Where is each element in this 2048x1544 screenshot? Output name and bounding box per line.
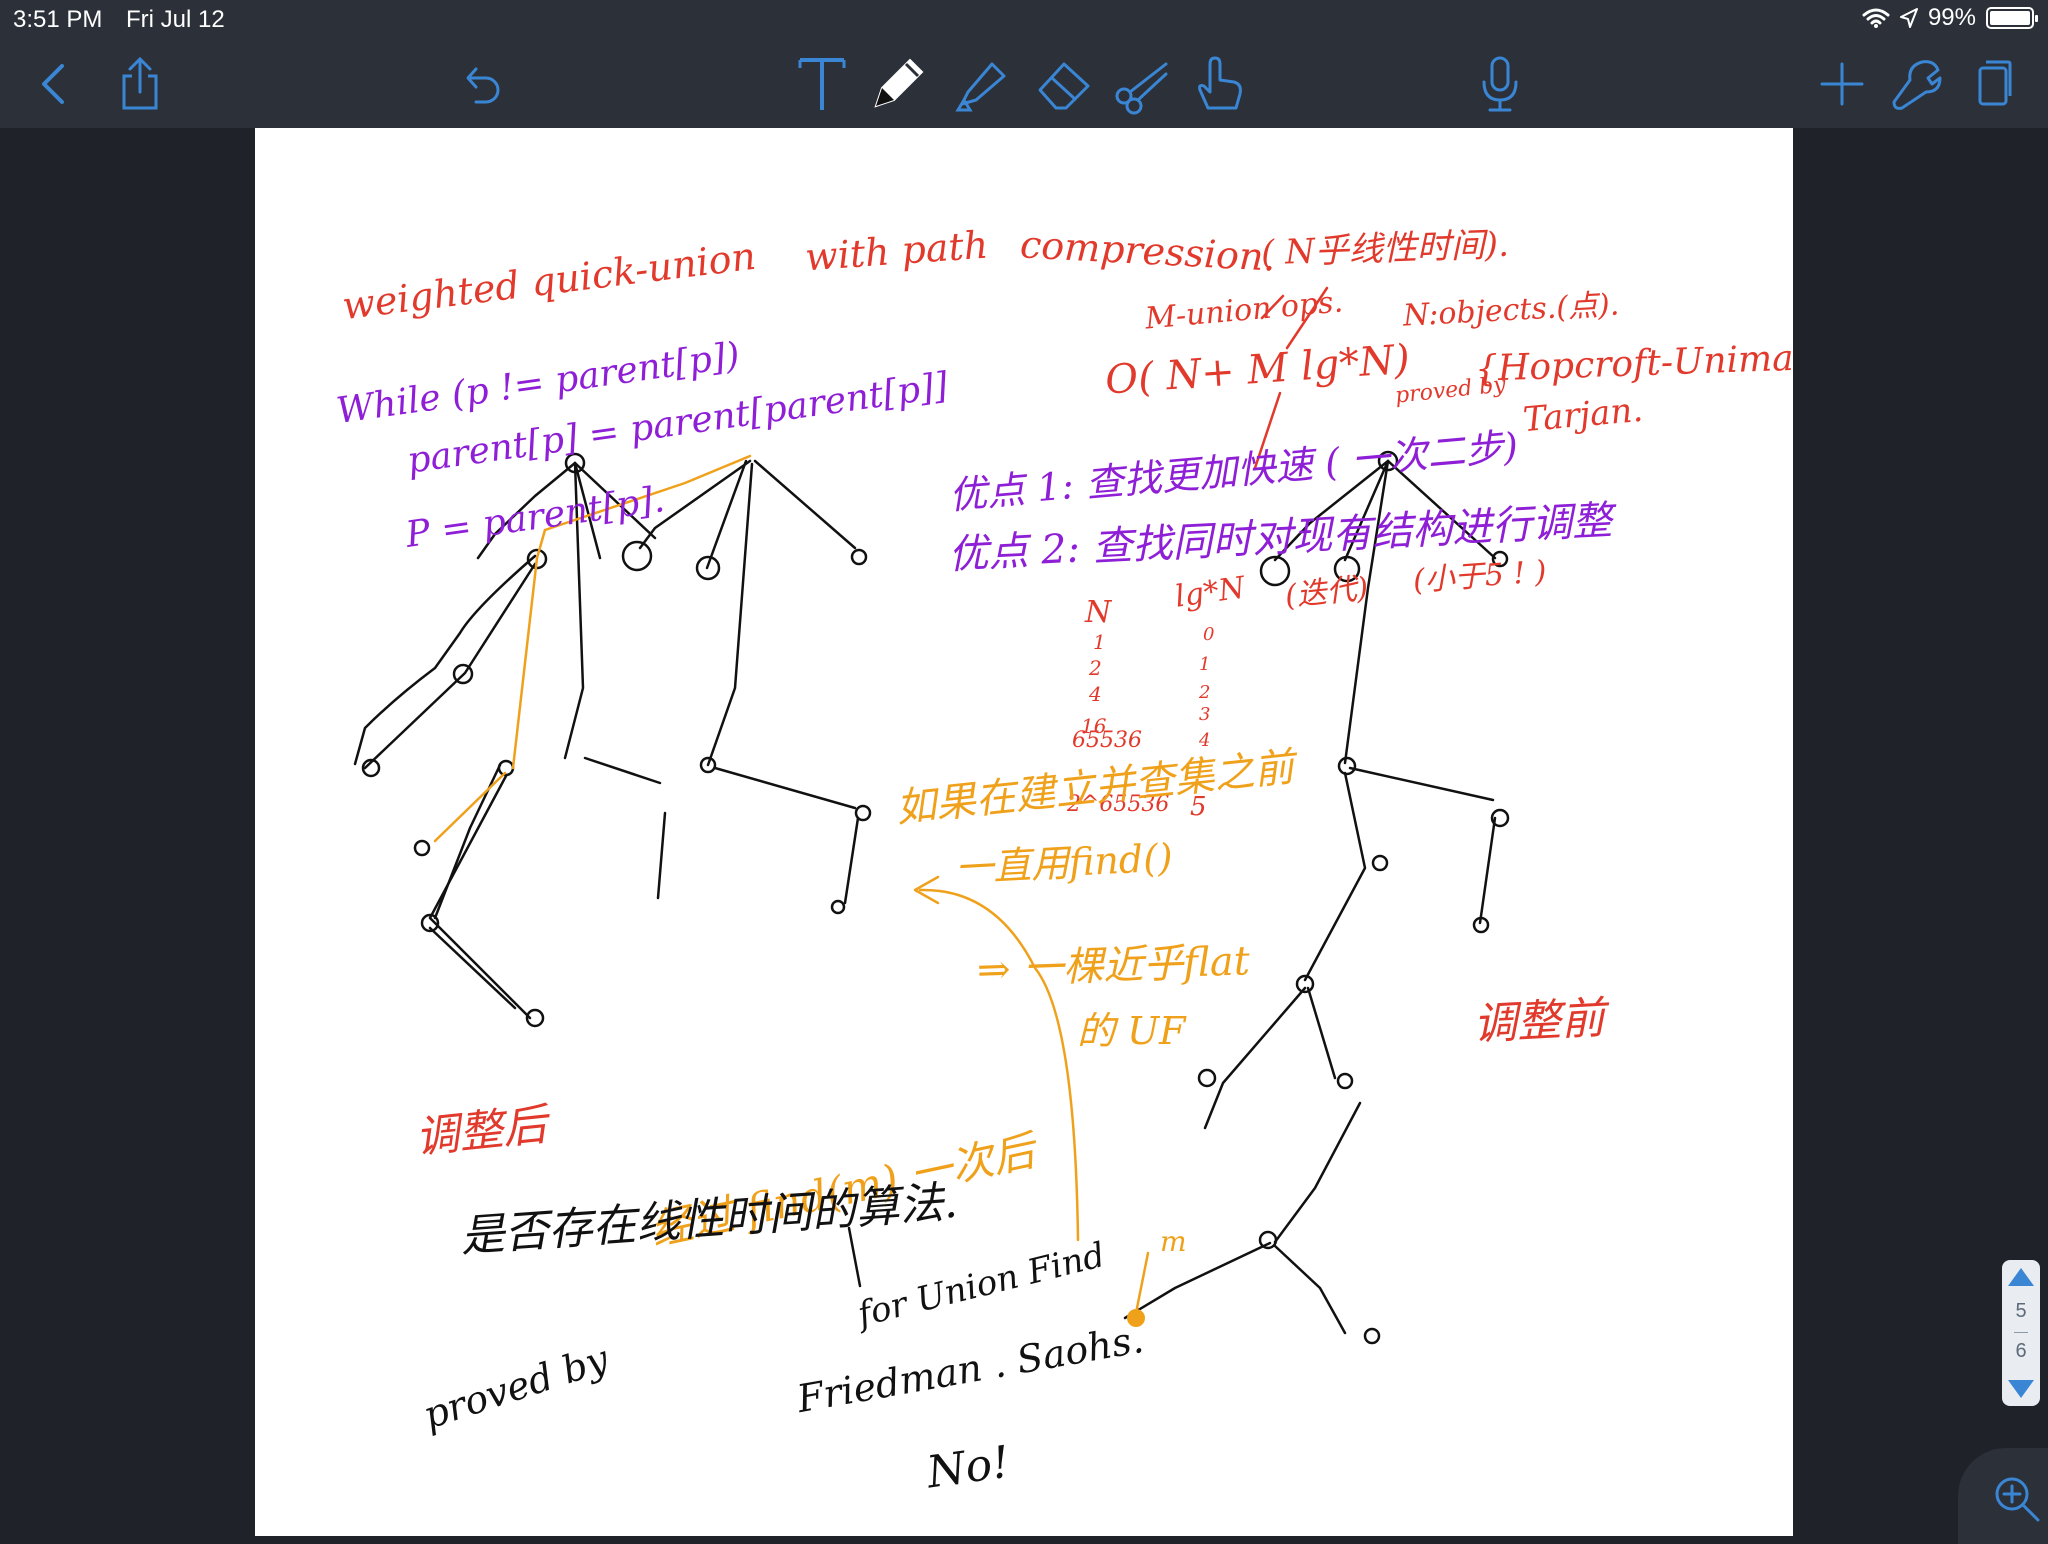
lg-table-lg-2: 1 (1199, 654, 1211, 675)
status-bar: 3:51 PM Fri Jul 12 99% (0, 0, 2048, 40)
status-time: 3:51 PM (13, 6, 103, 33)
lasso-hand-tool-button[interactable] (1184, 48, 1256, 120)
lg-table-lg-3: 2 (1199, 682, 1211, 703)
undo-button[interactable] (446, 48, 518, 120)
settings-button[interactable] (1880, 48, 1952, 120)
status-date: Fri Jul 12 (126, 6, 225, 33)
text-tool-icon (798, 58, 846, 110)
orange-note-always-find: 一直用find() (953, 835, 1174, 891)
orange-note-uf: 的 UF (1077, 1009, 1186, 1053)
page-navigator[interactable]: 5 6 (2002, 1260, 2040, 1406)
lg-table-n-1: 1 (1093, 630, 1106, 654)
plus-icon (1820, 62, 1864, 106)
wrench-icon (1892, 60, 1942, 110)
pen-tool-button[interactable] (862, 48, 934, 120)
scissors-tool-button[interactable] (1106, 48, 1178, 120)
add-button[interactable] (1806, 48, 1878, 120)
note-no: No! (923, 1436, 1013, 1499)
battery-percent: 99% (1927, 4, 1976, 31)
note-tarjan: Tarjan. (1521, 389, 1645, 441)
battery-icon (1986, 7, 2038, 29)
pages-button[interactable] (1956, 48, 2028, 120)
wifi-icon (1862, 8, 1890, 28)
back-button[interactable] (18, 48, 90, 120)
scissors-icon (1115, 62, 1168, 115)
location-arrow-icon (1899, 8, 1918, 28)
lg-table-note: (迭代) (1283, 570, 1370, 615)
page-up-icon[interactable] (2008, 1268, 2034, 1286)
lg-table-n-5: 65536 (1072, 728, 1142, 753)
lg-table-lg-4: 3 (1199, 704, 1211, 725)
orange-note-flat: ⇒ 一棵近乎flat (976, 938, 1251, 994)
handwriting-ink (353, 286, 1510, 1345)
lg-table-lg-1: 0 (1203, 624, 1215, 645)
toolbar (0, 40, 2048, 128)
highlighter-tool-button[interactable] (946, 48, 1018, 120)
note-page[interactable]: weighted quick-union with path compressi… (255, 128, 1793, 1536)
page-separator (2014, 1332, 2028, 1333)
lg-table-n-3: 4 (1089, 682, 1102, 706)
current-page: 5 (2015, 1300, 2027, 1322)
pages-icon (1978, 60, 2012, 106)
note-title-nearlinear: ( N乎线性时间). (1260, 224, 1510, 274)
total-pages: 6 (2015, 1340, 2027, 1362)
text-tool-button[interactable] (786, 48, 858, 120)
hand-pointer-icon (1198, 56, 1242, 110)
microphone-button[interactable] (1464, 48, 1536, 120)
share-icon (122, 56, 158, 110)
eraser-icon (1038, 62, 1090, 110)
chevron-left-icon (42, 64, 64, 104)
eraser-tool-button[interactable] (1028, 48, 1100, 120)
lg-table-lg-5: 4 (1199, 730, 1211, 751)
lg-table-header-n: N (1085, 595, 1112, 630)
highlighter-icon (955, 62, 1006, 112)
zoom-in-icon (1995, 1477, 2040, 1522)
share-button[interactable] (104, 48, 176, 120)
zoom-button[interactable] (1958, 1448, 2048, 1544)
lg-table-n-2: 2 (1089, 656, 1102, 680)
label-before-adjust: 调整前 (1471, 992, 1607, 1051)
orange-note-m: m (1160, 1225, 1187, 1258)
undo-icon (466, 67, 500, 104)
microphone-icon (1482, 56, 1518, 112)
pen-icon (874, 58, 924, 108)
page-down-icon[interactable] (2008, 1380, 2034, 1398)
status-right: 99% (1862, 4, 2038, 32)
